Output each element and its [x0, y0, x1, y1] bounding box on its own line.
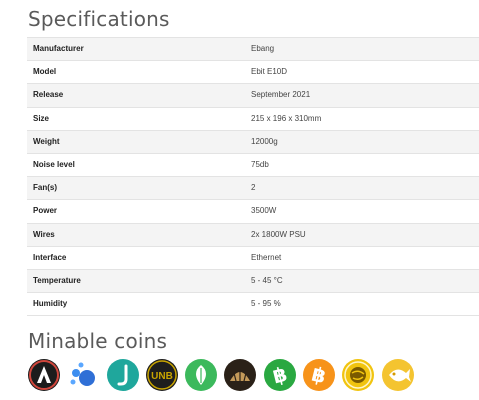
- spec-value: Ebang: [245, 36, 479, 62]
- spec-value: September 2021: [245, 83, 479, 108]
- teal-s-coin-icon[interactable]: [106, 359, 139, 391]
- spec-label: Release: [27, 83, 245, 108]
- spec-label: Noise level: [27, 152, 245, 178]
- arweave-style-coin-icon[interactable]: [28, 359, 60, 391]
- minable-coins-title: Minable coins: [28, 329, 168, 353]
- unb-coin-icon[interactable]: UNB: [145, 359, 178, 391]
- unb-coin-text: UNB: [151, 371, 173, 382]
- spec-value: Ethernet: [245, 245, 479, 270]
- spec-row: Manufacturer Ebang: [27, 36, 479, 62]
- spec-value: 215 x 196 x 310mm: [245, 106, 479, 131]
- spec-row: Model Ebit E10D: [27, 60, 479, 85]
- spec-row: Noise level 75db: [27, 152, 479, 178]
- spec-label: Size: [27, 106, 245, 131]
- spec-value: 5 - 45 °C: [245, 268, 479, 294]
- spec-row: Size 215 x 196 x 310mm: [27, 106, 479, 131]
- spec-row: Wires 2x 1800W PSU: [27, 222, 479, 247]
- spec-row: Fan(s) 2: [27, 176, 479, 201]
- spec-row: Interface Ethernet: [27, 245, 479, 270]
- spec-value: 3500W: [245, 199, 479, 224]
- spec-label: Model: [27, 60, 245, 85]
- spec-value: 2: [245, 176, 479, 201]
- minable-coins-list: UNB ฿ ฿: [28, 359, 479, 391]
- bitcoin-icon[interactable]: ฿: [303, 359, 336, 391]
- spec-label: Fan(s): [27, 176, 245, 201]
- dots-coin-icon[interactable]: [67, 359, 100, 391]
- spec-label: Humidity: [27, 292, 245, 317]
- specifications-table: Manufacturer Ebang Model Ebit E10D Release Se…: [27, 36, 479, 317]
- spec-label: Wires: [27, 222, 245, 247]
- spec-row: Temperature 5 - 45 °C: [27, 268, 479, 294]
- spec-label: Manufacturer: [27, 36, 245, 62]
- gold-globe-coin-icon[interactable]: [342, 359, 375, 391]
- spec-label: Weight: [27, 129, 245, 154]
- gold-fish-coin-icon[interactable]: [381, 359, 414, 391]
- green-leaf-coin-icon[interactable]: [185, 359, 218, 391]
- svg-text:฿: ฿: [270, 362, 289, 389]
- spec-row: Weight 12000g: [27, 129, 479, 154]
- spec-row: Release September 2021: [27, 83, 479, 108]
- shell-coin-icon[interactable]: [224, 359, 257, 391]
- spec-label: Temperature: [27, 268, 245, 294]
- bitcoin-cash-icon[interactable]: ฿: [263, 359, 296, 391]
- specifications-title: Specifications: [28, 7, 170, 31]
- spec-value: 12000g: [245, 129, 479, 154]
- spec-label: Power: [27, 199, 245, 224]
- spec-row: Power 3500W: [27, 199, 479, 224]
- spec-label: Interface: [27, 245, 245, 270]
- spec-value: Ebit E10D: [245, 60, 479, 85]
- spec-value: 2x 1800W PSU: [245, 222, 479, 247]
- spec-value: 75db: [245, 152, 479, 178]
- spec-value: 5 - 95 %: [245, 292, 479, 317]
- svg-text:฿: ฿: [309, 362, 328, 389]
- spec-row: Humidity 5 - 95 %: [27, 292, 479, 317]
